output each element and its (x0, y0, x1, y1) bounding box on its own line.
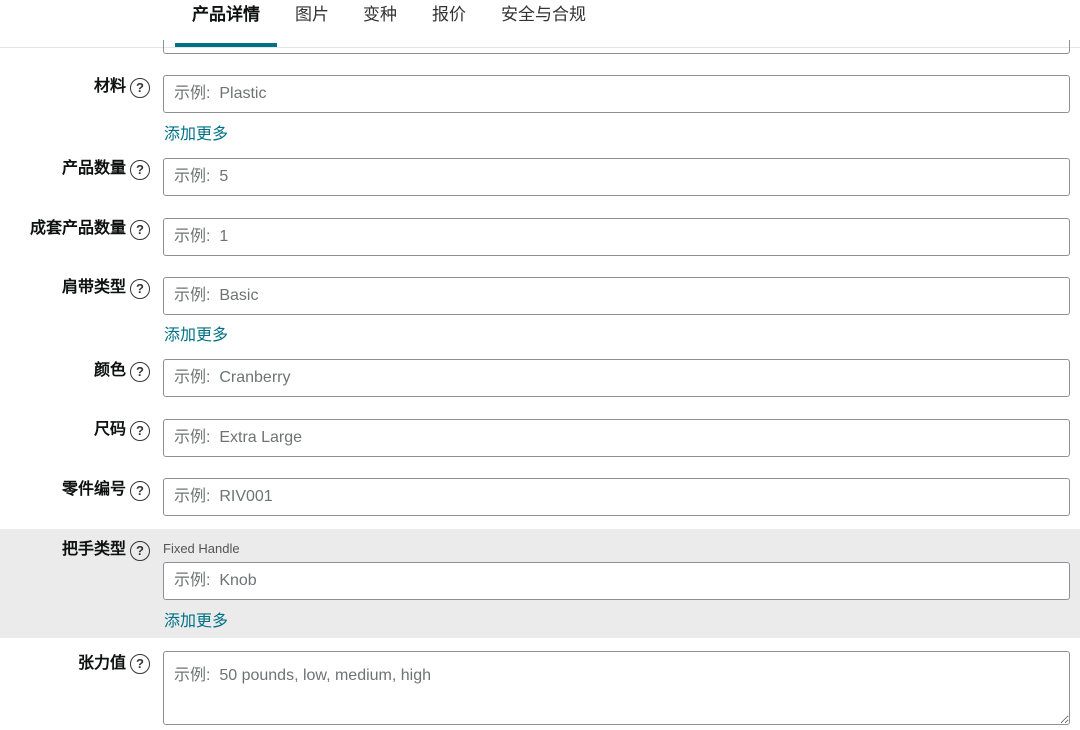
material-add-more-link[interactable]: 添加更多 (164, 125, 228, 145)
handle-type-hint: Fixed Handle (163, 541, 240, 556)
strap-type-input[interactable] (163, 277, 1070, 315)
size-label: 尺码 (93, 421, 126, 438)
item-count-help-icon[interactable]: ? (130, 160, 150, 180)
strap-type-help-icon[interactable]: ? (130, 279, 150, 299)
size-input[interactable] (163, 419, 1070, 457)
material-help-icon[interactable]: ? (130, 78, 150, 98)
size-help-icon[interactable]: ? (130, 421, 150, 441)
set-count-help-icon[interactable]: ? (130, 220, 150, 240)
set-count-label: 成套产品数量 (29, 220, 126, 237)
set-count-input[interactable] (163, 218, 1070, 256)
material-label: 材料 (93, 78, 126, 95)
previous-field-edge (163, 40, 1070, 54)
color-help-icon[interactable]: ? (130, 362, 150, 382)
handle-type-input[interactable] (163, 562, 1070, 600)
strap-type-add-more-link[interactable]: 添加更多 (164, 326, 228, 346)
material-input[interactable] (163, 75, 1070, 113)
tension-help-icon[interactable]: ? (130, 654, 150, 674)
tension-label: 张力值 (77, 655, 126, 672)
handle-type-label: 把手类型 (61, 541, 126, 558)
strap-type-label: 肩带类型 (61, 279, 126, 296)
part-number-help-icon[interactable]: ? (130, 481, 150, 501)
item-count-input[interactable] (163, 158, 1070, 196)
part-number-label: 零件编号 (61, 481, 126, 498)
color-label: 颜色 (93, 362, 126, 379)
part-number-input[interactable] (163, 478, 1070, 516)
handle-type-add-more-link[interactable]: 添加更多 (164, 612, 228, 632)
color-input[interactable] (163, 359, 1070, 397)
handle-type-help-icon[interactable]: ? (130, 541, 150, 561)
item-count-label: 产品数量 (61, 160, 126, 177)
tension-textarea[interactable] (163, 651, 1070, 725)
